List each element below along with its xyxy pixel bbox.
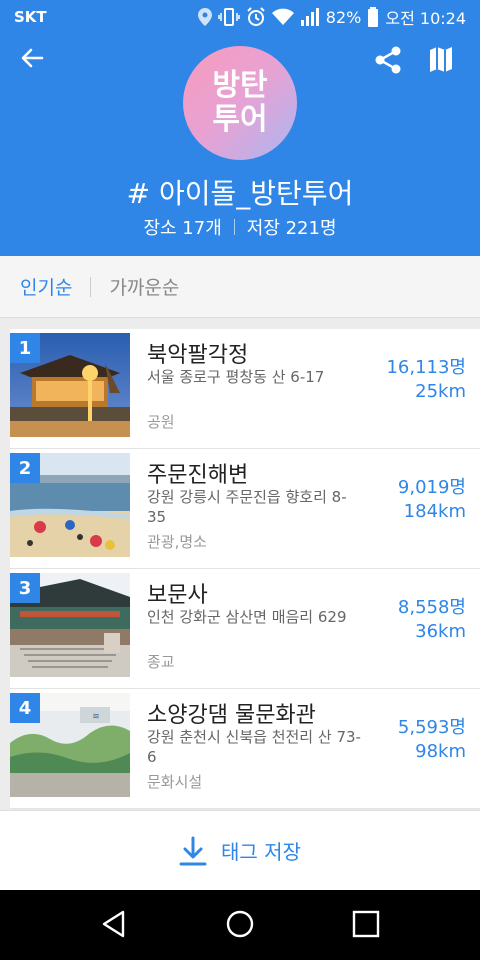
logo-line-2: 투어	[212, 102, 268, 137]
place-address: 서울 종로구 평창동 산 6-17	[147, 368, 325, 386]
sort-bar: 인기순 가까운순	[0, 256, 480, 318]
sort-popular-tab[interactable]: 인기순	[20, 273, 72, 300]
download-icon	[179, 836, 207, 865]
save-tag-label: 태그 저장	[221, 840, 301, 864]
places-count: 장소 17개	[143, 218, 222, 239]
list-item[interactable]: 2 주문진해변 강원 강릉시 주문진읍 향호리 8-35 관광,명소 9,019…	[10, 449, 480, 569]
place-name: 주문진해변	[147, 463, 249, 488]
place-distance: 184km	[403, 501, 466, 522]
stats-divider	[233, 219, 235, 235]
wifi-icon	[271, 8, 294, 25]
place-category: 관광,명소	[147, 533, 207, 551]
list-item[interactable]: ≋ 4 소양강댐 물문화관 강원 춘천시 신북읍 천전리 산 73-6 문화시설…	[10, 689, 480, 809]
tag-logo: 방탄 투어	[183, 46, 297, 160]
saves-count: 저장 221명	[246, 218, 337, 239]
rank-badge: 1	[10, 333, 40, 363]
place-thumbnail: ≋ 4	[10, 693, 130, 797]
tag-title: # 아이돌_방탄투어	[126, 177, 354, 210]
place-list: 1 북악팔각정 서울 종로구 평창동 산 6-17 공원 16,113명 25k…	[10, 329, 480, 809]
clock: 오전 10:24	[385, 9, 466, 28]
vibrate-icon	[218, 8, 240, 26]
visitor-count: 16,113명	[386, 357, 466, 378]
back-arrow-icon[interactable]	[16, 42, 48, 74]
location-icon	[197, 8, 212, 26]
place-address: 강원 강릉시 주문진읍 향호리 8-35	[147, 488, 347, 526]
place-distance: 36km	[415, 621, 466, 642]
rank-badge: 3	[10, 573, 40, 603]
place-thumbnail: 1	[10, 333, 130, 437]
tag-stats: 장소 17개 저장 221명	[0, 214, 480, 240]
place-thumbnail: 3	[10, 573, 130, 677]
nav-back-icon[interactable]	[98, 908, 130, 940]
place-thumbnail: 2	[10, 453, 130, 557]
nav-home-icon[interactable]	[224, 908, 256, 940]
place-address: 강원 춘천시 신북읍 천전리 산 73-6	[147, 728, 361, 766]
place-name: 북악팔각정	[147, 343, 249, 368]
rank-badge: 4	[10, 693, 40, 723]
list-item[interactable]: 3 보문사 인천 강화군 삼산면 매음리 629 종교 8,558명 36km	[10, 569, 480, 689]
svg-text:≋: ≋	[92, 712, 100, 722]
signal-icon	[300, 8, 319, 26]
status-bar: SKT 82% 오전 10:24	[0, 0, 480, 34]
tag-header: 방탄 투어 # 아이돌_방탄투어 장소 17개 저장 221명	[0, 34, 480, 256]
place-category: 문화시설	[147, 773, 203, 791]
save-tag-button[interactable]: 태그 저장	[0, 810, 480, 890]
battery-icon	[368, 7, 379, 27]
place-address: 인천 강화군 삼산면 매음리 629	[147, 608, 347, 626]
system-nav-bar	[0, 890, 480, 960]
place-name: 소양강댐 물문화관	[147, 703, 316, 728]
battery-percent: 82%	[325, 7, 362, 27]
place-distance: 25km	[415, 381, 466, 402]
sort-nearest-tab[interactable]: 가까운순	[109, 273, 179, 300]
rank-badge: 2	[10, 453, 40, 483]
place-category: 공원	[147, 413, 175, 431]
place-distance: 98km	[415, 741, 466, 762]
visitor-count: 8,558명	[397, 597, 466, 618]
visitor-count: 5,593명	[397, 717, 466, 738]
alarm-icon	[247, 7, 265, 26]
nav-recent-apps-icon[interactable]	[352, 910, 380, 938]
place-name: 보문사	[147, 583, 208, 608]
list-item[interactable]: 1 북악팔각정 서울 종로구 평창동 산 6-17 공원 16,113명 25k…	[10, 329, 480, 449]
place-category: 종교	[147, 653, 175, 671]
map-icon[interactable]	[424, 44, 458, 76]
logo-line-1: 방탄	[212, 68, 268, 103]
carrier-label: SKT	[14, 8, 47, 26]
share-icon[interactable]	[372, 44, 404, 76]
visitor-count: 9,019명	[397, 477, 466, 498]
sort-divider	[90, 276, 92, 297]
